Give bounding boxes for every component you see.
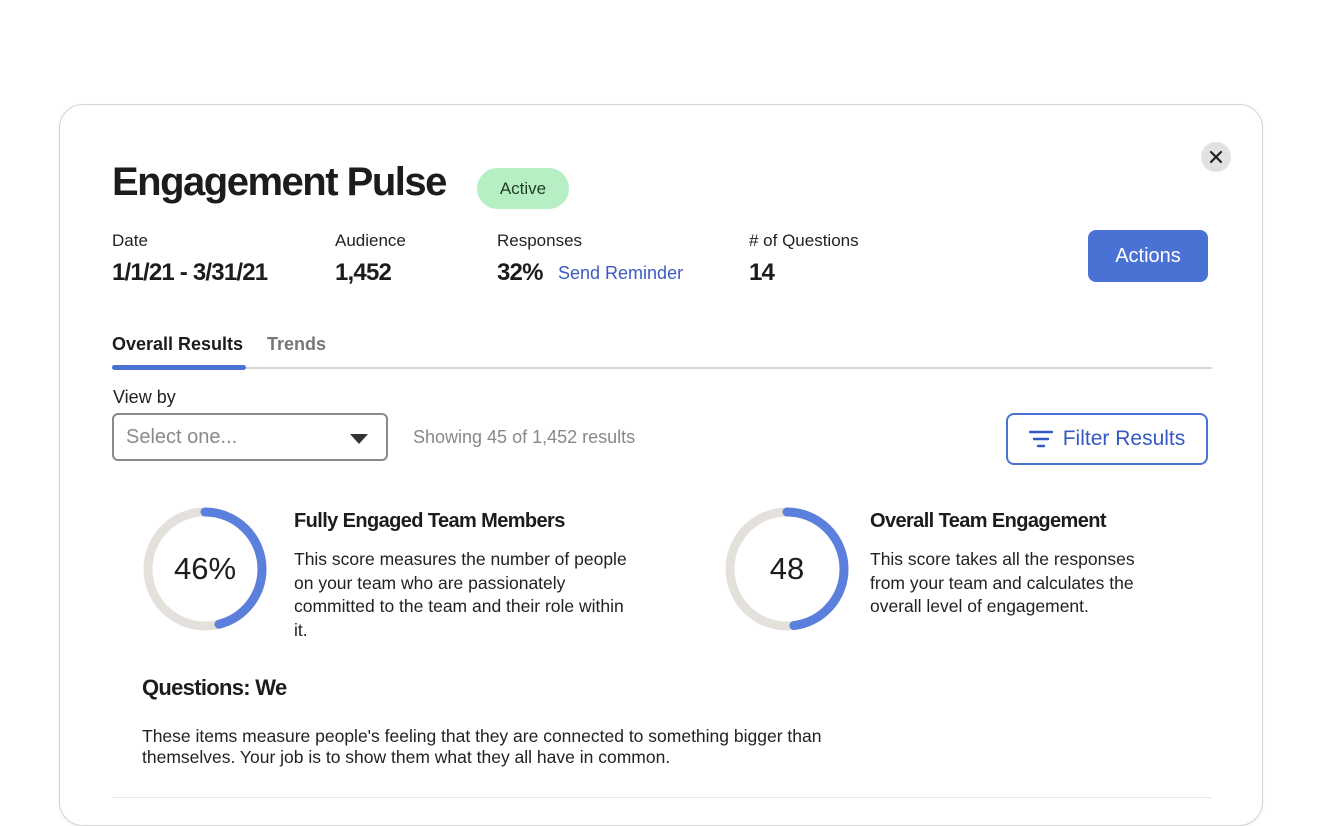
- metric-description: This score takes all the responses from …: [870, 549, 1135, 616]
- section-divider: [112, 797, 1212, 798]
- close-button[interactable]: [1201, 142, 1231, 172]
- status-badge: Active: [477, 168, 569, 209]
- date-label: Date: [112, 231, 148, 250]
- audience-value: 1,452: [335, 259, 392, 286]
- actions-button[interactable]: Actions: [1088, 230, 1208, 282]
- section-description: These items measure people's feeling tha…: [142, 726, 822, 767]
- gauge-value: 46%: [173, 551, 237, 586]
- responses-value: 32%: [497, 259, 543, 286]
- view-by-select[interactable]: Select one...: [112, 413, 388, 461]
- date-value: 1/1/21 - 3/31/21: [112, 259, 268, 286]
- results-count-text: Showing 45 of 1,452 results: [413, 427, 636, 447]
- caret-down-icon: [350, 434, 368, 444]
- active-tab-indicator: [112, 365, 246, 370]
- metric-title: Fully Engaged Team Members: [294, 510, 565, 532]
- questions-count-label: # of Questions: [749, 231, 859, 250]
- close-icon: [1209, 150, 1223, 164]
- gauge-value: 48: [769, 551, 805, 586]
- view-by-placeholder: Select one...: [126, 425, 238, 448]
- page-title: Engagement Pulse: [112, 160, 447, 204]
- filter-results-label: Filter Results: [1062, 427, 1186, 450]
- metric-title: Overall Team Engagement: [870, 510, 1107, 532]
- questions-count-value: 14: [749, 259, 775, 286]
- audience-label: Audience: [335, 231, 406, 250]
- tab-trends[interactable]: Trends: [267, 334, 326, 355]
- send-reminder-link[interactable]: Send Reminder: [558, 263, 683, 284]
- filter-results-button[interactable]: Filter Results: [1006, 413, 1208, 465]
- view-by-label: View by: [113, 387, 176, 407]
- filter-icon: [1028, 430, 1053, 448]
- responses-label: Responses: [497, 231, 583, 250]
- team-engagement-gauge: 48: [724, 506, 850, 632]
- metric-description: This score measures the number of people…: [294, 549, 627, 640]
- tab-overall-results[interactable]: Overall Results: [112, 334, 243, 355]
- engaged-members-gauge: 46%: [142, 506, 268, 632]
- tab-divider: [112, 367, 1212, 369]
- survey-card: Engagement Pulse Active Date 1/1/21 - 3/…: [59, 104, 1263, 826]
- section-title: Questions: We: [142, 675, 287, 700]
